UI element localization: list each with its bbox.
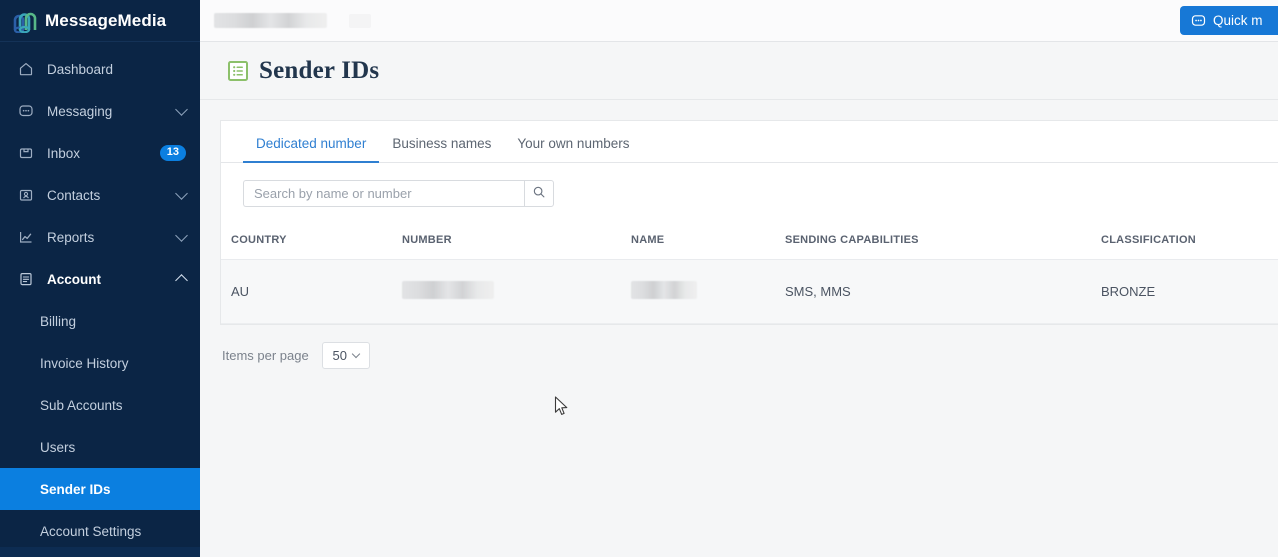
primary-nav: Dashboard Messaging Inbox 13 Contacts Re… bbox=[0, 42, 200, 552]
tab-your-own-numbers[interactable]: Your own numbers bbox=[504, 136, 642, 162]
quick-message-button[interactable]: Quick m bbox=[1180, 6, 1278, 35]
items-per-page-select[interactable]: 50 bbox=[321, 342, 370, 369]
cell-country: AU bbox=[221, 259, 402, 324]
column-header-classification: CLASSIFICATION bbox=[1101, 224, 1278, 260]
chevron-down-icon bbox=[175, 102, 188, 116]
cell-name bbox=[631, 259, 785, 324]
number-redacted bbox=[402, 281, 494, 299]
tab-label: Your own numbers bbox=[517, 136, 630, 151]
tab-dedicated-number[interactable]: Dedicated number bbox=[243, 136, 380, 163]
tab-bar: Dedicated number Business names Your own… bbox=[221, 121, 1278, 163]
sidebar-item-label: Dashboard bbox=[47, 61, 114, 77]
cell-sending-capabilities: SMS, MMS bbox=[785, 259, 1101, 324]
chevron-down-icon bbox=[351, 349, 361, 359]
app-root: MessageMedia Dashboard Messaging Inbox 1… bbox=[0, 0, 1278, 557]
tab-label: Dedicated number bbox=[256, 136, 367, 151]
table-header-row: COUNTRY NUMBER NAME SENDING CAPABILITIES… bbox=[221, 224, 1278, 260]
chevron-down-icon bbox=[175, 186, 188, 200]
sidebar-subitem-label: Sub Accounts bbox=[40, 397, 123, 413]
sidebar-subitem-label: Users bbox=[40, 439, 76, 455]
document-list-icon bbox=[18, 271, 34, 287]
column-header-sending-capabilities: SENDING CAPABILITIES bbox=[785, 224, 1101, 260]
quick-message-label: Quick m bbox=[1213, 13, 1263, 28]
page-title: Sender IDs bbox=[259, 56, 380, 84]
home-icon bbox=[18, 61, 34, 77]
contact-card-icon bbox=[18, 187, 34, 203]
cell-classification: BRONZE bbox=[1101, 259, 1278, 324]
sidebar-item-invoice-history[interactable]: Invoice History bbox=[0, 342, 200, 384]
sidebar-item-contacts[interactable]: Contacts bbox=[0, 174, 200, 216]
sidebar-item-label: Inbox bbox=[47, 145, 81, 161]
chevron-down-icon bbox=[175, 228, 188, 242]
sender-ids-card: Dedicated number Business names Your own… bbox=[220, 120, 1278, 325]
search-button[interactable] bbox=[524, 180, 554, 207]
search-row bbox=[221, 163, 1278, 224]
cell-number bbox=[402, 259, 631, 324]
line-chart-icon bbox=[18, 229, 34, 245]
sidebar: MessageMedia Dashboard Messaging Inbox 1… bbox=[0, 0, 200, 557]
tab-label: Business names bbox=[392, 136, 492, 151]
sidebar-item-reports[interactable]: Reports bbox=[0, 216, 200, 258]
sidebar-item-dashboard[interactable]: Dashboard bbox=[0, 48, 200, 90]
sidebar-item-account-settings[interactable]: Account Settings bbox=[0, 510, 200, 552]
account-name-redacted bbox=[214, 13, 327, 28]
name-redacted bbox=[631, 281, 697, 299]
brand-name: MessageMedia bbox=[45, 10, 167, 30]
sidebar-item-account[interactable]: Account bbox=[0, 258, 200, 300]
sidebar-item-messaging[interactable]: Messaging bbox=[0, 90, 200, 132]
sidebar-subitem-label: Sender IDs bbox=[40, 481, 111, 497]
pagination-row: Items per page 50 bbox=[220, 325, 1278, 369]
main-area: Quick m Sender IDs Dedicated number Busi… bbox=[200, 0, 1278, 557]
sidebar-subitem-label: Billing bbox=[40, 313, 77, 329]
items-per-page-label: Items per page bbox=[222, 348, 309, 363]
sidebar-item-label: Account bbox=[47, 271, 101, 287]
inbox-tray-icon bbox=[18, 145, 34, 161]
sidebar-item-billing[interactable]: Billing bbox=[0, 300, 200, 342]
column-header-country: COUNTRY bbox=[221, 224, 402, 260]
table-row[interactable]: AU SMS, MMS BRONZE bbox=[221, 259, 1278, 324]
sidebar-item-label: Contacts bbox=[47, 187, 101, 203]
messagemedia-wave-icon bbox=[12, 9, 38, 34]
chat-bubble-icon bbox=[1191, 13, 1206, 28]
page-header: Sender IDs bbox=[200, 42, 1278, 100]
sidebar-item-users[interactable]: Users bbox=[0, 426, 200, 468]
sidebar-subitem-label: Account Settings bbox=[40, 523, 142, 539]
arrow-cursor bbox=[554, 396, 570, 418]
tab-business-names[interactable]: Business names bbox=[379, 136, 504, 162]
sidebar-footer-strip bbox=[0, 547, 200, 557]
table-head: COUNTRY NUMBER NAME SENDING CAPABILITIES… bbox=[221, 224, 1278, 260]
table-body: AU SMS, MMS BRONZE bbox=[221, 259, 1278, 324]
sidebar-subitem-label: Invoice History bbox=[40, 355, 129, 371]
search-input[interactable] bbox=[243, 180, 524, 207]
search-group bbox=[243, 180, 554, 207]
brand-logo[interactable]: MessageMedia bbox=[0, 0, 200, 42]
sidebar-item-label: Reports bbox=[47, 229, 95, 245]
sidebar-item-sender-ids[interactable]: Sender IDs bbox=[0, 468, 200, 510]
sidebar-item-sub-accounts[interactable]: Sub Accounts bbox=[0, 384, 200, 426]
account-secondary-redacted bbox=[349, 13, 371, 28]
column-header-name: NAME bbox=[631, 224, 785, 260]
column-header-number: NUMBER bbox=[402, 224, 631, 260]
search-icon bbox=[532, 185, 546, 202]
sidebar-item-inbox[interactable]: Inbox 13 bbox=[0, 132, 200, 174]
items-per-page-value: 50 bbox=[332, 348, 347, 363]
sender-ids-table: COUNTRY NUMBER NAME SENDING CAPABILITIES… bbox=[221, 224, 1278, 324]
chat-bubble-icon bbox=[18, 103, 34, 119]
inbox-unread-badge: 13 bbox=[159, 145, 186, 161]
top-bar: Quick m bbox=[200, 0, 1278, 42]
green-list-icon bbox=[228, 60, 248, 81]
sidebar-item-label: Messaging bbox=[47, 103, 113, 119]
chevron-up-icon bbox=[175, 274, 188, 287]
